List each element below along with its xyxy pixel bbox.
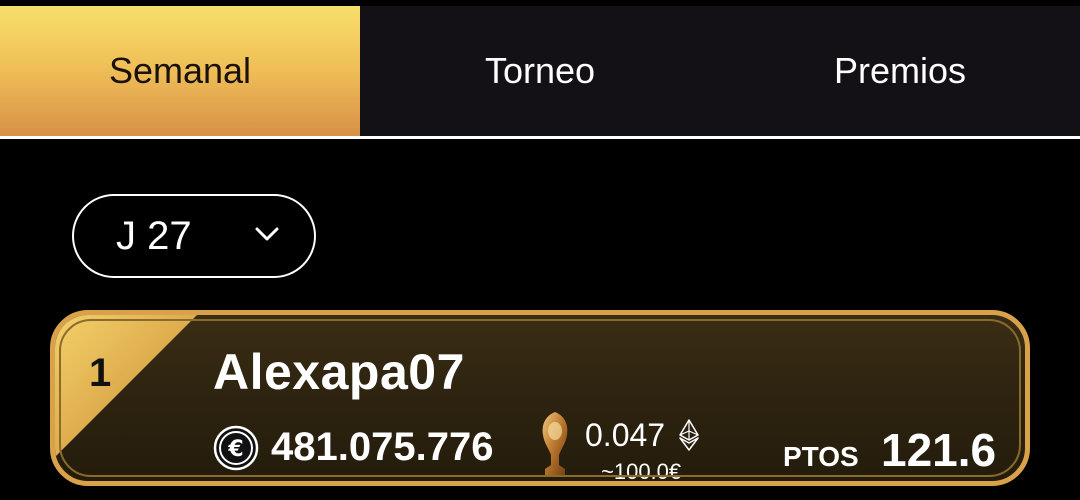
svg-text:€: €	[227, 437, 243, 462]
tab-label: Premios	[833, 50, 967, 91]
points-label: PTOS	[783, 441, 859, 472]
tab-premios[interactable]: Premios	[720, 6, 1080, 136]
prize-eth: 0.047	[585, 417, 666, 453]
points-value: 121.6	[881, 424, 997, 476]
coin-balance: 481.075.776	[271, 425, 494, 469]
chevron-down-icon	[255, 227, 279, 241]
rank-number: 1	[89, 351, 112, 395]
week-selector-value: J 27	[116, 213, 192, 258]
ethereum-icon	[679, 419, 699, 451]
week-selector[interactable]: J 27	[72, 194, 316, 278]
username: Alexapa07	[213, 344, 465, 400]
euro-coin-icon: €	[213, 425, 259, 471]
tab-semanal[interactable]: Semanal	[0, 6, 360, 136]
ranking-row[interactable]: 1 Alexapa07 € 481.075.776 0.047 ~100.0€ …	[50, 310, 1030, 486]
prize-eur: ~100.0€	[601, 459, 682, 484]
tab-label: Semanal	[108, 50, 252, 91]
tab-label: Torneo	[484, 50, 596, 91]
trophy-icon	[542, 412, 568, 477]
leaderboard-screen: Semanal Torneo Premios J 27 1 Alexapa07	[0, 0, 1080, 500]
tab-bar: Semanal Torneo Premios	[0, 6, 1080, 139]
rank-badge	[55, 315, 197, 457]
tab-torneo[interactable]: Torneo	[360, 6, 720, 136]
